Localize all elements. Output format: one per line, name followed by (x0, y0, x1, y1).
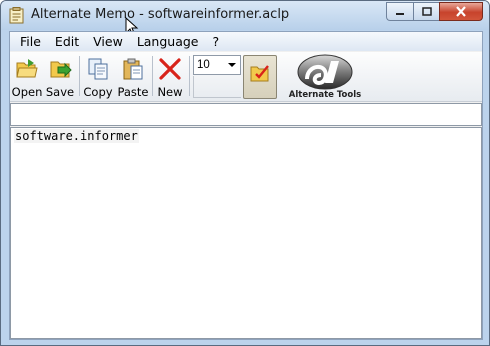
memo-app-icon (9, 7, 24, 24)
toolbar-separator (152, 56, 153, 96)
open-folder-icon (16, 59, 38, 78)
menu-file[interactable]: File (13, 32, 48, 51)
minimize-icon (396, 12, 404, 15)
logo-icon (297, 54, 353, 90)
paste-button[interactable]: Paste (117, 55, 149, 99)
folder-check-icon (250, 65, 269, 82)
input-strip[interactable] (10, 103, 482, 126)
editor-text: software.informer (14, 129, 139, 143)
menu-view[interactable]: View (86, 32, 130, 51)
checked-folder-toggle-button[interactable] (243, 55, 277, 99)
maximize-icon (421, 6, 432, 16)
chevron-down-icon (228, 63, 236, 67)
menu-bar: File Edit View Language ? (10, 32, 482, 51)
menu-language[interactable]: Language (130, 32, 206, 51)
new-x-icon (159, 58, 181, 80)
menu-help[interactable]: ? (206, 32, 227, 51)
font-size-select[interactable]: 10 (193, 55, 241, 75)
maximize-button[interactable] (413, 2, 439, 21)
paste-icon (123, 58, 143, 80)
open-button[interactable]: Open (12, 55, 42, 99)
copy-button[interactable]: Copy (82, 55, 114, 99)
menu-edit[interactable]: Edit (48, 32, 86, 51)
alternate-tools-logo: Alternate Tools (285, 53, 365, 101)
copy-icon (88, 58, 108, 80)
toolbar-separator (189, 56, 190, 96)
font-size-frame (193, 76, 241, 98)
font-size-value: 10 (197, 59, 210, 71)
save-label: Save (45, 85, 75, 99)
memo-editor[interactable]: software.informer (10, 127, 482, 339)
new-button[interactable]: New (155, 55, 185, 99)
save-button[interactable]: Save (45, 55, 75, 99)
paste-label: Paste (117, 85, 149, 99)
toolbar-separator (79, 56, 80, 96)
new-label: New (157, 85, 183, 99)
save-icon (50, 61, 72, 78)
minimize-button[interactable] (386, 2, 413, 21)
copy-label: Copy (83, 85, 113, 99)
close-button[interactable] (439, 2, 483, 21)
toolbar: Open Save Copy Paste New 10 Alternate To… (10, 52, 482, 102)
client-area: File Edit View Language ? Open Save Copy… (9, 31, 483, 340)
open-label: Open (11, 85, 43, 99)
app-window: Alternate Memo - softwareinformer.aclp F… (0, 0, 490, 346)
close-icon (456, 6, 466, 17)
logo-text: Alternate Tools (288, 90, 362, 100)
title-bar[interactable]: Alternate Memo - softwareinformer.aclp (1, 1, 489, 37)
window-title: Alternate Memo - softwareinformer.aclp (31, 7, 290, 22)
